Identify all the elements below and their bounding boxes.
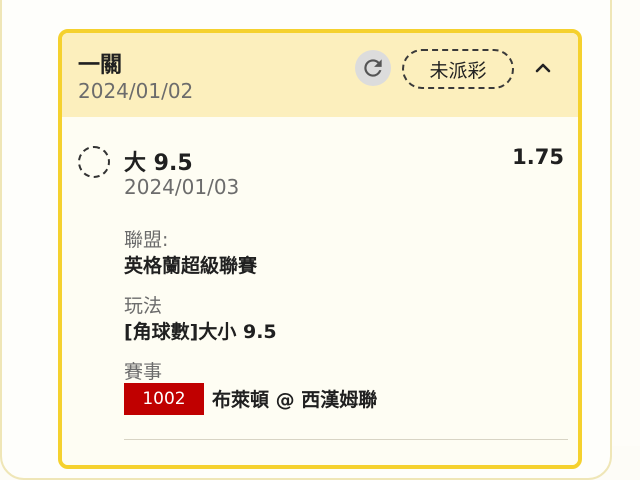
bet-date: 2024/01/02 (78, 79, 194, 103)
refresh-button[interactable] (355, 50, 391, 86)
selection-name: 大 9.5 (124, 151, 193, 176)
bet-card-header[interactable]: 一關 2024/01/02 未派彩 (62, 33, 578, 117)
selection-odds: 1.75 (512, 145, 564, 169)
select-circle-icon[interactable] (78, 146, 110, 178)
collapse-button[interactable] (528, 53, 558, 83)
bet-card-body: 大 9.5 1.75 2024/01/03 聯盟: 英格蘭超級聯賽 玩法 [角球… (62, 117, 578, 465)
bet-card: 一關 2024/01/02 未派彩 大 9.5 1.75 2024/01/03 … (58, 29, 582, 469)
match-number-badge: 1002 (124, 383, 204, 415)
bet-type-title: 一關 (78, 53, 123, 78)
league-label: 聯盟: (124, 229, 169, 251)
page-background: 一關 2024/01/02 未派彩 大 9.5 1.75 2024/01/03 … (0, 0, 640, 480)
play-type-value: [角球數]大小 9.5 (124, 321, 277, 343)
selection-date: 2024/01/03 (124, 175, 240, 199)
league-value: 英格蘭超級聯賽 (124, 255, 258, 277)
match-teams: 布萊頓 @ 西漢姆聯 (212, 389, 378, 411)
refresh-icon (364, 59, 382, 77)
match-label: 賽事 (124, 361, 163, 383)
play-type-label: 玩法 (124, 295, 163, 317)
chevron-up-icon (535, 63, 551, 73)
divider (124, 439, 568, 440)
settlement-status-badge: 未派彩 (402, 49, 514, 89)
